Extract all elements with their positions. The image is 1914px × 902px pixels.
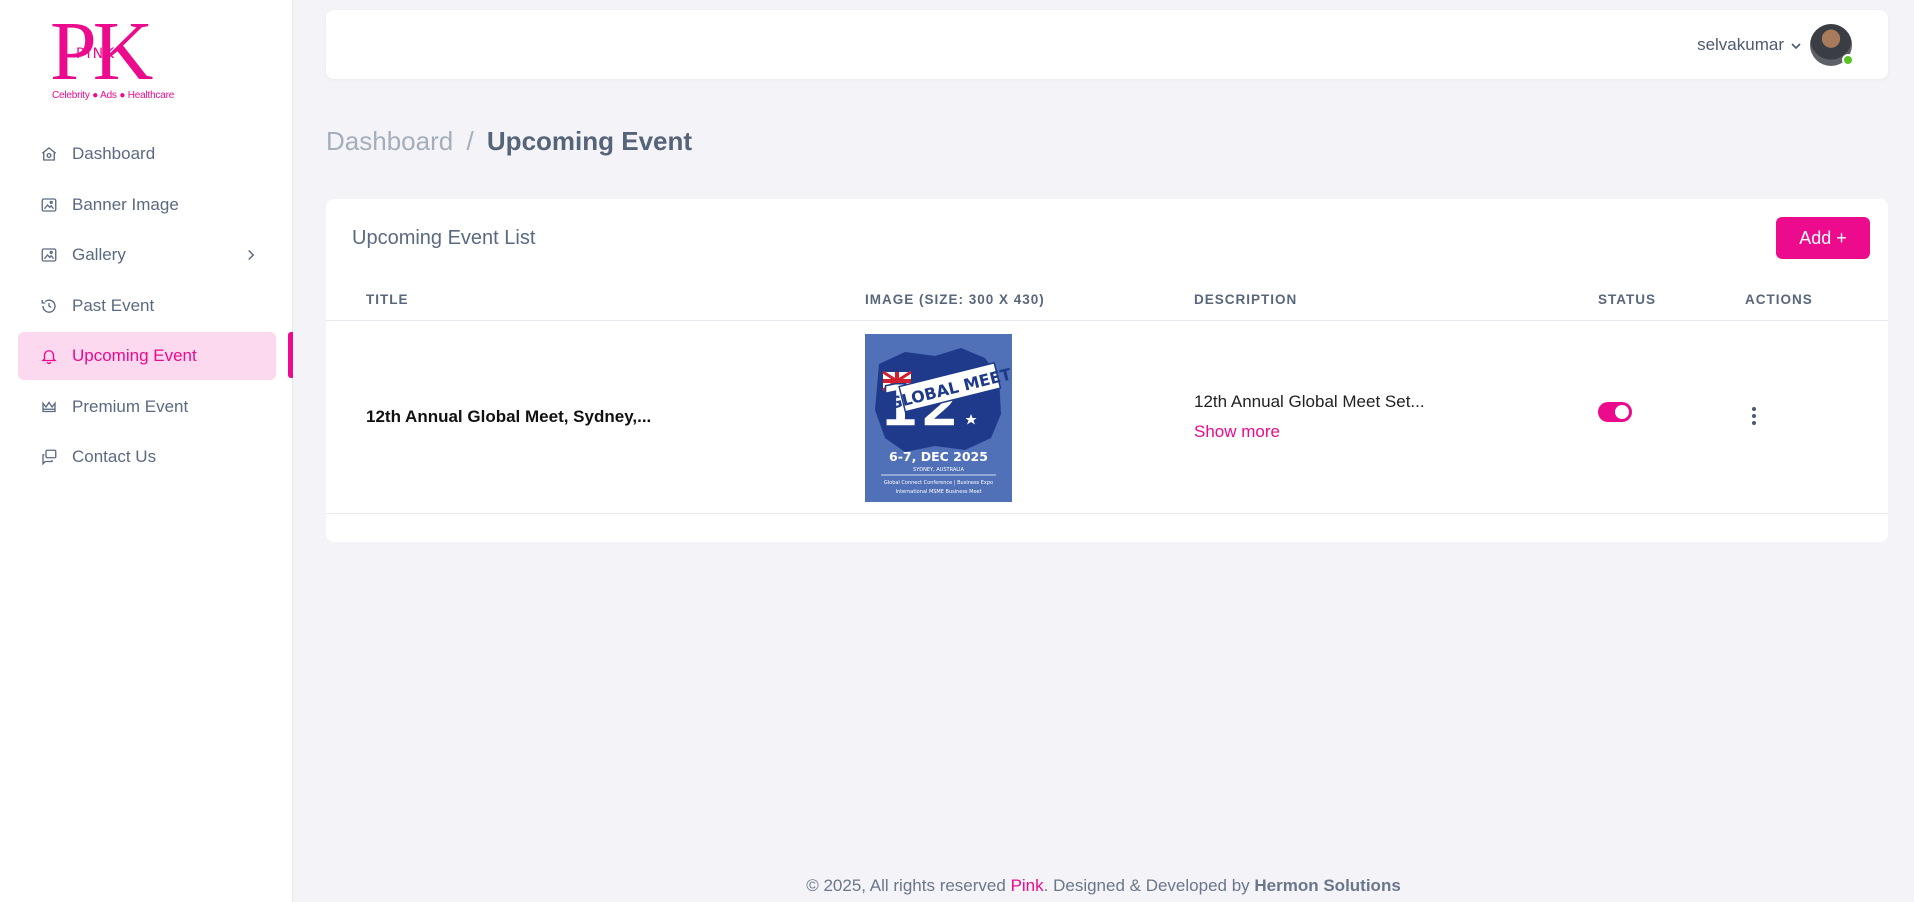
poster-line1: Global Connect Conference | Business Exp… [884, 480, 993, 486]
column-header-actions: ACTIONS [1745, 292, 1813, 307]
sidebar-item-label: Banner Image [72, 194, 179, 214]
bell-icon [40, 347, 58, 365]
sidebar-item-upcoming-event[interactable]: Upcoming Event [18, 332, 276, 380]
show-more-link[interactable]: Show more [1194, 422, 1280, 442]
logo-word: PINK [76, 46, 117, 62]
online-status-dot [1842, 54, 1854, 66]
poster-place: SYDNEY, AUSTRALIA [913, 467, 964, 473]
sidebar-item-label: Upcoming Event [72, 346, 197, 365]
poster-line2: International MSME Business Meet [895, 489, 981, 495]
chevron-right-icon [242, 246, 260, 264]
breadcrumb-dashboard[interactable]: Dashboard [326, 126, 453, 156]
user-menu[interactable]: selvakumar [1697, 24, 1854, 66]
breadcrumb: Dashboard / Upcoming Event [326, 126, 692, 157]
column-header-image: IMAGE (SIZE: 300 X 430) [865, 292, 1045, 307]
table-header: TITLE IMAGE (SIZE: 300 X 430) DESCRIPTIO… [326, 283, 1888, 321]
footer-brand: Pink [1010, 876, 1044, 895]
breadcrumb-separator: / [466, 126, 474, 156]
column-header-status: STATUS [1598, 292, 1656, 307]
kebab-dot [1752, 421, 1756, 425]
event-title: 12th Annual Global Meet, Sydney,... [366, 407, 652, 426]
logo-tagline: Celebrity ● Ads ● Healthcare [52, 90, 175, 101]
event-description: 12th Annual Global Meet Set... [1194, 392, 1425, 411]
sidebar-item-label: Past Event [72, 295, 155, 315]
column-header-title: TITLE [366, 292, 409, 307]
image-icon [40, 196, 58, 214]
username: selvakumar [1697, 35, 1784, 54]
footer-credit: . Designed & Developed by [1043, 876, 1255, 895]
sidebar-item-contact-us[interactable]: Contact Us [18, 433, 276, 481]
kebab-dot [1752, 414, 1756, 418]
crown-icon [40, 398, 58, 416]
sidebar-item-banner-image[interactable]: Banner Image [18, 181, 276, 229]
pink-logo[interactable]: PK PINK Celebrity ● Ads ● Healthcare [50, 10, 174, 104]
status-toggle[interactable] [1598, 402, 1632, 422]
top-header: selvakumar [326, 10, 1888, 79]
page-title: Upcoming Event [486, 126, 693, 156]
sidebar-item-gallery[interactable]: Gallery [18, 231, 276, 279]
more-actions-button[interactable] [1744, 404, 1764, 428]
sidebar: PK PINK Celebrity ● Ads ● Healthcare Das… [0, 0, 293, 902]
image-icon [40, 246, 58, 264]
sidebar-item-label: Gallery [72, 245, 126, 264]
sidebar-item-past-event[interactable]: Past Event [18, 282, 276, 330]
history-icon [40, 297, 58, 315]
sidebar-item-premium-event[interactable]: Premium Event [18, 383, 276, 431]
footer: © 2025, All rights reserved Pink. Design… [293, 876, 1914, 896]
poster-dates: 6-7, DEC 2025 [889, 449, 988, 464]
chevron-down-icon [1790, 39, 1802, 51]
avatar[interactable] [1810, 24, 1854, 66]
upcoming-event-card: Upcoming Event List Add + TITLE IMAGE (S… [326, 199, 1888, 542]
toggle-knob [1615, 405, 1629, 419]
sidebar-nav: Dashboard Banner Image Gallery Past Even… [18, 130, 276, 484]
card-title: Upcoming Event List [352, 227, 536, 249]
footer-company: Hermon Solutions [1254, 876, 1401, 895]
chat-icon [40, 448, 58, 466]
add-event-button[interactable]: Add + [1776, 217, 1870, 259]
sidebar-item-label: Premium Event [72, 396, 189, 416]
sidebar-item-label: Dashboard [72, 144, 156, 163]
home-icon [40, 145, 58, 163]
footer-copyright: © 2025, All rights reserved [806, 876, 1011, 895]
sidebar-item-label: Contact Us [72, 447, 157, 466]
event-image[interactable]: 12 GLOBAL MEET 6-7, DEC 2025 SYDNEY, AUS… [865, 334, 1012, 502]
column-header-description: DESCRIPTION [1194, 292, 1298, 307]
event-poster-graphic: 12 GLOBAL MEET 6-7, DEC 2025 SYDNEY, AUS… [865, 334, 1012, 502]
sidebar-item-dashboard[interactable]: Dashboard [18, 130, 276, 178]
kebab-dot [1752, 407, 1756, 411]
active-indicator [288, 332, 293, 378]
table-row: 12th Annual Global Meet, Sydney,... 12 G… [326, 322, 1888, 514]
